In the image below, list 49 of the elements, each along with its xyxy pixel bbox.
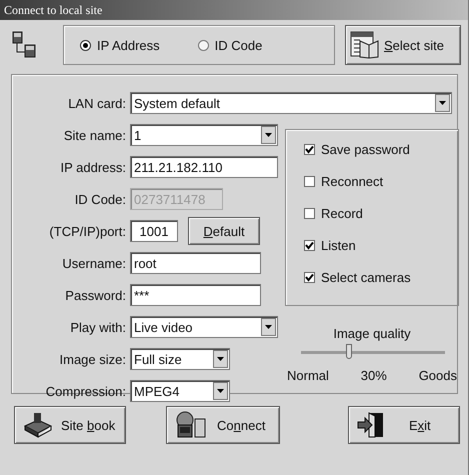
quality-reading: 30%	[360, 368, 387, 383]
site-book-button[interactable]: Site book	[14, 406, 126, 444]
network-computers-icon	[11, 31, 37, 59]
field-label: Password:	[64, 288, 127, 302]
mode-radio[interactable]: IP Address	[80, 38, 160, 52]
field-label: (TCP/IP)port:	[48, 224, 127, 238]
checkbox-icon[interactable]	[304, 240, 315, 250]
exit-button[interactable]: Exit	[348, 406, 460, 444]
field-label: IP address:	[59, 160, 127, 174]
globe-computer-icon	[175, 411, 207, 439]
option-checkbox[interactable]: Save password	[304, 140, 458, 158]
mode-radio[interactable]: ID Code	[198, 38, 262, 52]
checkbox-icon[interactable]	[304, 144, 315, 154]
dropdown-field[interactable]: Live video	[130, 316, 278, 338]
radio-dot-icon[interactable]	[198, 40, 209, 50]
text-field[interactable]: 211.21.182.110	[130, 156, 278, 178]
checkbox-icon[interactable]	[304, 176, 315, 186]
field-label: Site name:	[62, 128, 127, 142]
image-quality-label: Image quality	[332, 326, 412, 341]
field-label: LAN card:	[67, 96, 127, 110]
option-checkbox[interactable]: Reconnect	[304, 172, 458, 190]
option-checkbox[interactable]: Select cameras	[304, 268, 458, 286]
checkbox-icon[interactable]	[304, 272, 315, 282]
max-label: Goods	[418, 368, 457, 383]
site-list-book-icon	[350, 31, 380, 59]
text-field[interactable]: root	[130, 252, 261, 274]
book-icon	[23, 412, 53, 438]
min-label: Normal	[287, 368, 329, 383]
dropdown-field[interactable]: Full size	[130, 348, 230, 370]
text-field[interactable]: ***	[130, 284, 261, 306]
field-label: Play with:	[69, 320, 127, 334]
option-checkbox[interactable]: Record	[304, 204, 458, 222]
dropdown-field[interactable]: MPEG4	[130, 380, 230, 402]
field-label: Image size:	[58, 352, 127, 366]
window-title: Connect to local site	[0, 0, 468, 20]
checkbox-icon[interactable]	[304, 208, 315, 218]
option-checkbox[interactable]: Listen	[304, 236, 458, 254]
text-field[interactable]: 1001	[130, 220, 178, 242]
dropdown-field[interactable]: System default	[130, 92, 452, 114]
field-label: ID Code:	[74, 192, 127, 206]
slider-thumb[interactable]	[346, 344, 352, 359]
connect-button[interactable]: Connect	[166, 406, 280, 444]
exit-door-icon	[357, 412, 385, 438]
radio-dot-icon[interactable]	[80, 40, 91, 50]
default-button[interactable]: Default	[188, 217, 260, 245]
field-label: Compression:	[44, 384, 127, 398]
select-site-button[interactable]: Select site	[345, 25, 461, 65]
dropdown-field[interactable]: 1	[130, 124, 278, 146]
field-label: Username:	[61, 256, 127, 270]
